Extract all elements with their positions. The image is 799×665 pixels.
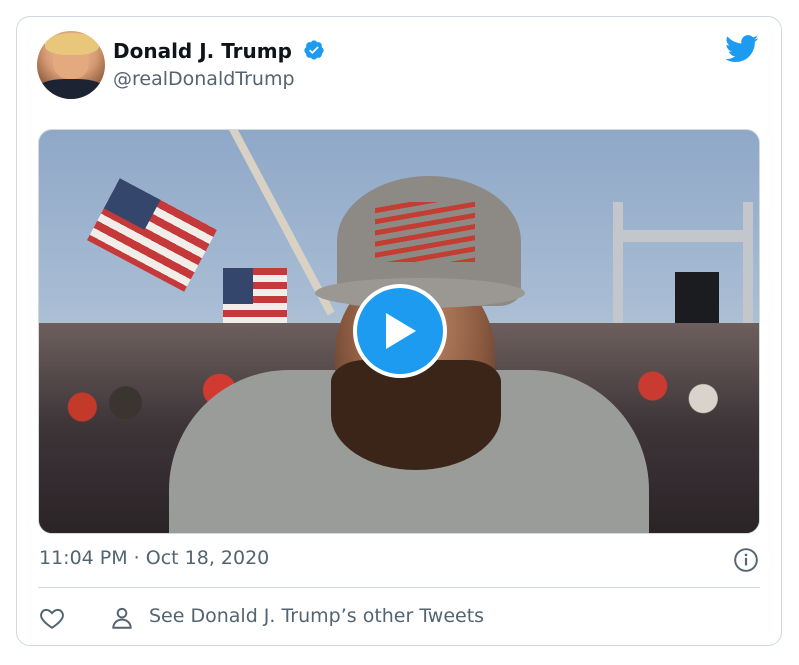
author-handle[interactable]: @realDonaldTrump bbox=[113, 68, 295, 90]
video-thumbnail[interactable] bbox=[38, 129, 760, 534]
avatar-hair bbox=[45, 33, 99, 55]
see-other-tweets-link[interactable]: See Donald J. Trump’s other Tweets bbox=[149, 605, 484, 627]
avatar-suit bbox=[37, 79, 105, 99]
play-button[interactable] bbox=[353, 284, 447, 378]
man-beard bbox=[331, 360, 501, 470]
author-avatar[interactable] bbox=[37, 31, 105, 99]
american-flag bbox=[87, 178, 217, 292]
verified-badge-icon bbox=[304, 40, 324, 60]
heart-icon[interactable] bbox=[39, 605, 65, 631]
tweet-timestamp[interactable]: 11:04 PM · Oct 18, 2020 bbox=[39, 547, 269, 569]
divider bbox=[38, 587, 760, 588]
play-icon bbox=[386, 313, 416, 349]
info-icon[interactable] bbox=[733, 547, 759, 573]
author-name[interactable]: Donald J. Trump bbox=[113, 39, 292, 63]
cap-logo bbox=[375, 202, 475, 262]
twitter-bird-icon[interactable] bbox=[725, 35, 759, 63]
person-icon[interactable] bbox=[109, 605, 135, 631]
tweet-card[interactable]: Donald J. Trump @realDonaldTrump 11:04 P… bbox=[16, 16, 782, 646]
